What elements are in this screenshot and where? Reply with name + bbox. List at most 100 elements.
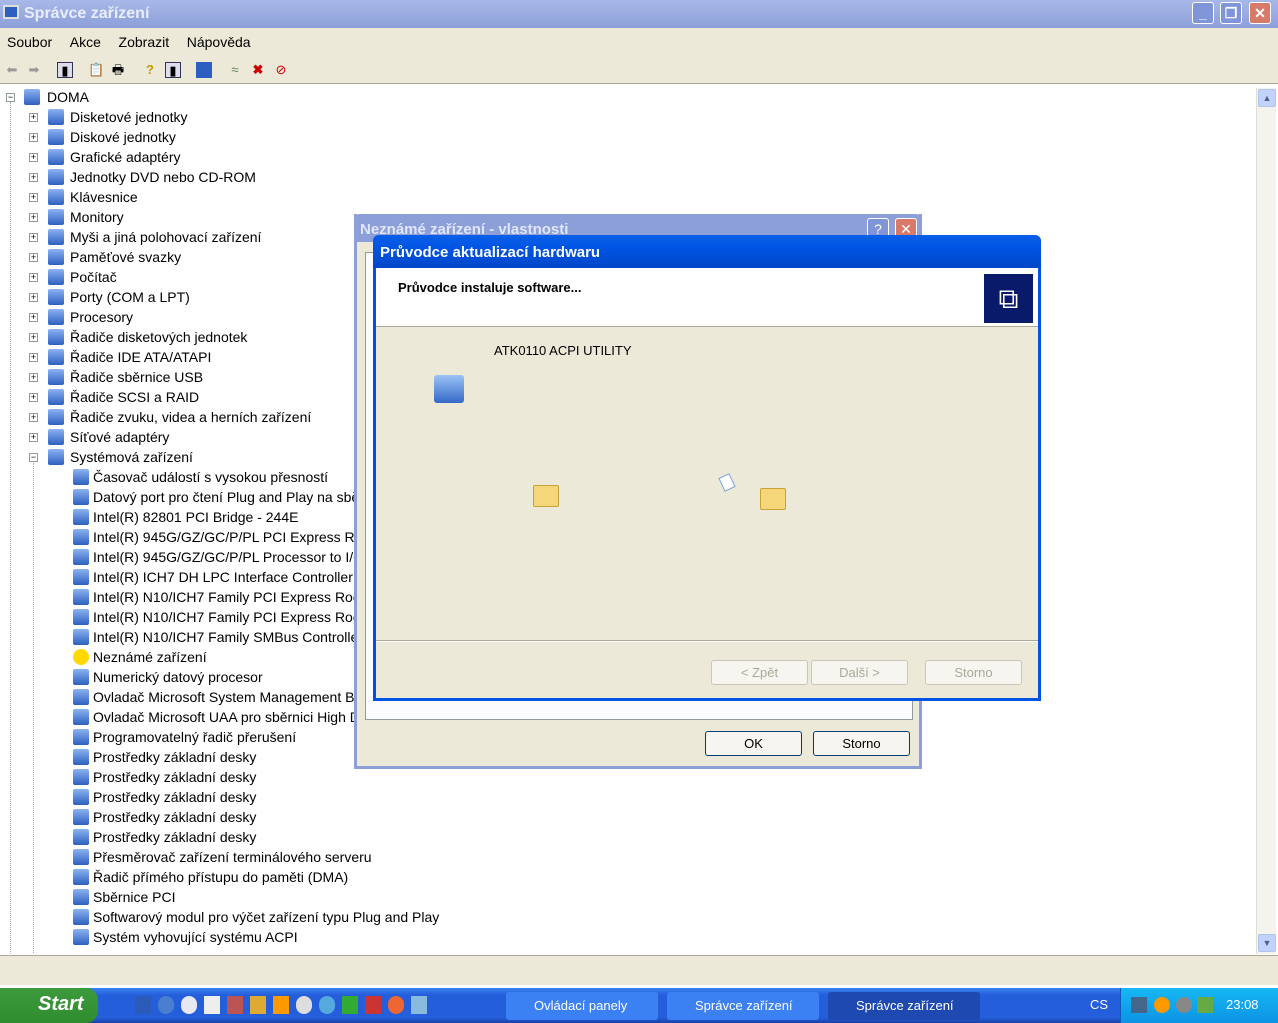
tree-category[interactable]: Řadiče zvuku, videa a herních zařízení [70,407,311,427]
tree-device[interactable]: Prostředky základní desky [93,827,256,847]
expand-toggle[interactable]: + [29,173,38,182]
tree-device[interactable]: Sběrnice PCI [93,887,175,907]
menu-soubor[interactable]: Soubor [7,34,52,50]
back-icon[interactable]: ⬅ [4,62,20,78]
media-player-icon[interactable] [181,996,197,1014]
tree-device[interactable]: Prostředky základní desky [93,747,256,767]
internet-explorer-icon[interactable] [319,996,335,1014]
properties-icon[interactable]: 📋 [88,62,104,78]
word-icon[interactable] [135,996,151,1014]
vertical-scrollbar[interactable]: ▲ ▼ [1256,88,1276,954]
expand-toggle[interactable]: + [29,393,38,402]
tree-device[interactable]: Neznámé zařízení [93,647,207,667]
tree-device[interactable]: Prostředky základní desky [93,787,256,807]
tree-device[interactable]: Programovatelný řadič přerušení [93,727,296,747]
tree-category[interactable]: Grafické adaptéry [70,147,181,167]
security-icon[interactable] [1176,997,1192,1013]
language-indicator[interactable]: CS [1090,997,1108,1012]
tree-device[interactable]: Přesměrovač zařízení terminálového serve… [93,847,372,867]
collapse-toggle[interactable]: − [29,453,38,462]
tree-category[interactable]: Klávesnice [70,187,138,207]
tree-device[interactable]: Časovač událostí s vysokou přesností [93,467,328,487]
expand-toggle[interactable]: + [29,253,38,262]
expand-toggle[interactable]: + [29,413,38,422]
save-icon[interactable] [204,996,220,1014]
cancel-button[interactable]: Storno [813,731,910,756]
tree-category[interactable]: Řadiče sběrnice USB [70,367,203,387]
update-icon[interactable] [1154,997,1170,1013]
tree-device[interactable]: Softwarový modul pro výčet zařízení typu… [93,907,439,927]
menu-zobrazit[interactable]: Zobrazit [119,34,170,50]
expand-toggle[interactable]: + [29,113,38,122]
firefox-icon[interactable] [388,996,404,1014]
scan-hardware-icon[interactable] [196,62,212,78]
show-hide-tree-icon[interactable]: ▮ [57,62,73,78]
expand-toggle[interactable]: + [29,293,38,302]
task-spravce-zarizeni-2[interactable]: Správce zařízení [828,992,980,1020]
tree-category[interactable]: Řadiče disketových jednotek [70,327,247,347]
app-icon[interactable] [250,996,266,1014]
menu-akce[interactable]: Akce [70,34,101,50]
back-button[interactable]: < Zpět [711,660,808,685]
task-spravce-zarizeni-1[interactable]: Správce zařízení [667,992,819,1020]
disable-icon[interactable]: ⊘ [273,62,289,78]
office-icon[interactable] [273,996,289,1014]
next-button[interactable]: Další > [811,660,908,685]
tree-category[interactable]: Paměťové svazky [70,247,181,267]
tree-device[interactable]: Systém vyhovující systému ACPI [93,927,298,947]
tree-device[interactable]: Intel(R) 82801 PCI Bridge - 244E [93,507,298,527]
forward-icon[interactable]: ➡ [26,62,42,78]
uninstall-icon[interactable]: ✖ [250,62,266,78]
tree-category[interactable]: Porty (COM a LPT) [70,287,190,307]
expand-toggle[interactable]: + [29,333,38,342]
tree-category[interactable]: Řadiče IDE ATA/ATAPI [70,347,211,367]
print-icon[interactable]: 🖶 [110,62,126,78]
tree-device[interactable]: Prostředky základní desky [93,807,256,827]
app-icon[interactable] [365,996,381,1014]
tree-device[interactable]: Numerický datový procesor [93,667,263,687]
paint-icon[interactable] [342,996,358,1014]
ok-button[interactable]: OK [705,731,802,756]
tree-category[interactable]: Jednotky DVD nebo CD-ROM [70,167,256,187]
app-icon[interactable] [296,996,312,1014]
action-pane-icon[interactable]: ▮ [165,62,181,78]
clock[interactable]: 23:08 [1226,997,1259,1012]
task-ovladaci-panely[interactable]: Ovládací panely [506,992,658,1020]
close-button[interactable]: ✕ [1249,2,1271,24]
tree-device[interactable]: Řadič přímého přístupu do paměti (DMA) [93,867,348,887]
tree-root[interactable]: DOMA [47,87,89,107]
expand-toggle[interactable]: + [29,313,38,322]
tree-category[interactable]: Myši a jiná polohovací zařízení [70,227,261,247]
help-icon[interactable]: ? [142,62,158,78]
document-icon[interactable] [411,996,427,1014]
expand-toggle[interactable]: + [29,193,38,202]
expand-toggle[interactable]: + [29,353,38,362]
tree-category[interactable]: Síťové adaptéry [70,427,169,447]
network-icon[interactable] [1131,997,1147,1013]
expand-toggle[interactable]: + [29,213,38,222]
tree-category[interactable]: Systémová zařízení [70,447,193,467]
expand-toggle[interactable]: + [29,233,38,242]
maximize-button[interactable]: ❐ [1220,2,1242,24]
scroll-down-button[interactable]: ▼ [1258,934,1276,952]
tree-category[interactable]: Řadiče SCSI a RAID [70,387,199,407]
minimize-button[interactable]: _ [1192,2,1214,24]
wizard-cancel-button[interactable]: Storno [925,660,1022,685]
expand-toggle[interactable]: + [29,153,38,162]
tree-device[interactable]: Intel(R) ICH7 DH LPC Interface Controlle… [93,567,398,587]
tree-device[interactable]: Prostředky základní desky [93,767,256,787]
expand-toggle[interactable]: + [29,373,38,382]
tray-app-icon[interactable] [1197,997,1213,1013]
tree-category[interactable]: Počítač [70,267,117,287]
tree-category[interactable]: Diskové jednotky [70,127,176,147]
collapse-toggle[interactable]: − [6,93,15,102]
tree-device[interactable]: Ovladač Microsoft System Management BIOS [93,687,379,707]
tree-category[interactable]: Monitory [70,207,124,227]
expand-toggle[interactable]: + [29,133,38,142]
expand-toggle[interactable]: + [29,273,38,282]
menu-napoveda[interactable]: Nápověda [187,34,251,50]
tree-category[interactable]: Procesory [70,307,133,327]
expand-toggle[interactable]: + [29,433,38,442]
outlook-icon[interactable] [158,996,174,1014]
start-button[interactable]: Start [0,988,98,1023]
